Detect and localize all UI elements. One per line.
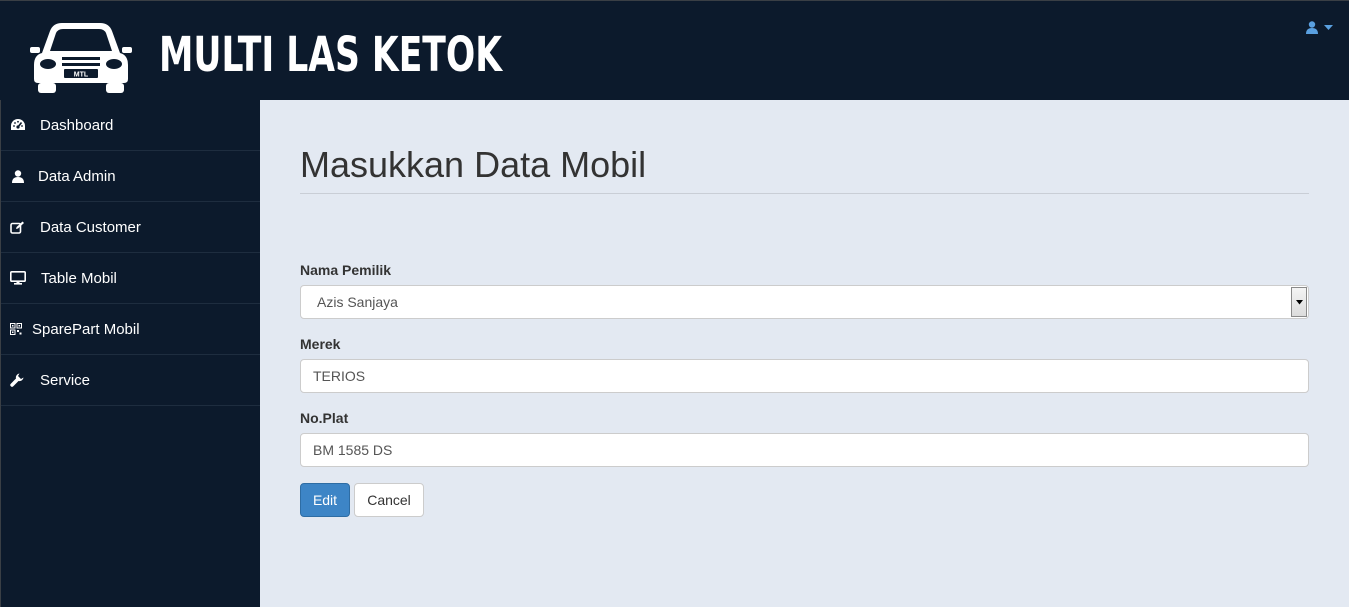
brand-input-value: TERIOS [313,368,366,384]
sidebar: Dashboard Data Admin Data Customer Table… [0,100,260,607]
owner-label: Nama Pemilik [300,262,392,278]
cancel-button[interactable]: Cancel [354,483,424,517]
sidebar-item-sparepart-mobil[interactable]: SparePart Mobil [1,304,260,355]
plate-label: No.Plat [300,410,349,426]
wrench-icon [10,372,32,388]
logo-plate-text: MTL [74,72,89,79]
plate-input-value: BM 1585 DS [313,442,393,458]
qrcode-icon [10,321,26,337]
caret-down-icon [1324,24,1333,30]
sidebar-item-data-customer[interactable]: Data Customer [1,202,260,253]
edit-button[interactable]: Edit [300,483,350,517]
sidebar-item-table-mobil[interactable]: Table Mobil [1,253,260,304]
sidebar-item-label: Data Customer [40,218,141,236]
car-logo-icon: MTL [30,23,132,93]
edit-icon [10,219,32,235]
brand-title: MULTI LAS KETOK [159,27,503,83]
user-icon [10,168,32,184]
sidebar-item-label: Service [40,371,91,389]
page-title: Masukkan Data Mobil [300,144,647,185]
dashboard-icon [10,117,32,133]
plate-input[interactable]: BM 1585 DS [300,433,1309,467]
user-icon [1306,21,1318,34]
sidebar-item-label: Data Admin [38,167,116,185]
sidebar-item-service[interactable]: Service [1,355,260,406]
top-navbar: MTL MULTI LAS KETOK [0,0,1349,100]
desktop-icon [10,270,32,286]
sidebar-item-label: Table Mobil [41,269,117,287]
sidebar-item-data-admin[interactable]: Data Admin [1,151,260,202]
brand-input[interactable]: TERIOS [300,359,1309,393]
title-divider [300,193,1309,194]
chevron-down-icon[interactable] [1291,287,1307,317]
sidebar-item-label: SparePart Mobil [32,320,140,338]
sidebar-item-dashboard[interactable]: Dashboard [1,100,260,151]
owner-select-value: Azis Sanjaya [317,294,398,310]
owner-select[interactable]: Azis Sanjaya [300,285,1309,319]
main-content: Masukkan Data Mobil Nama Pemilik Azis Sa… [260,100,1349,607]
user-menu-dropdown[interactable] [1306,21,1333,34]
brand-label: Merek [300,336,341,352]
sidebar-item-label: Dashboard [40,116,114,134]
